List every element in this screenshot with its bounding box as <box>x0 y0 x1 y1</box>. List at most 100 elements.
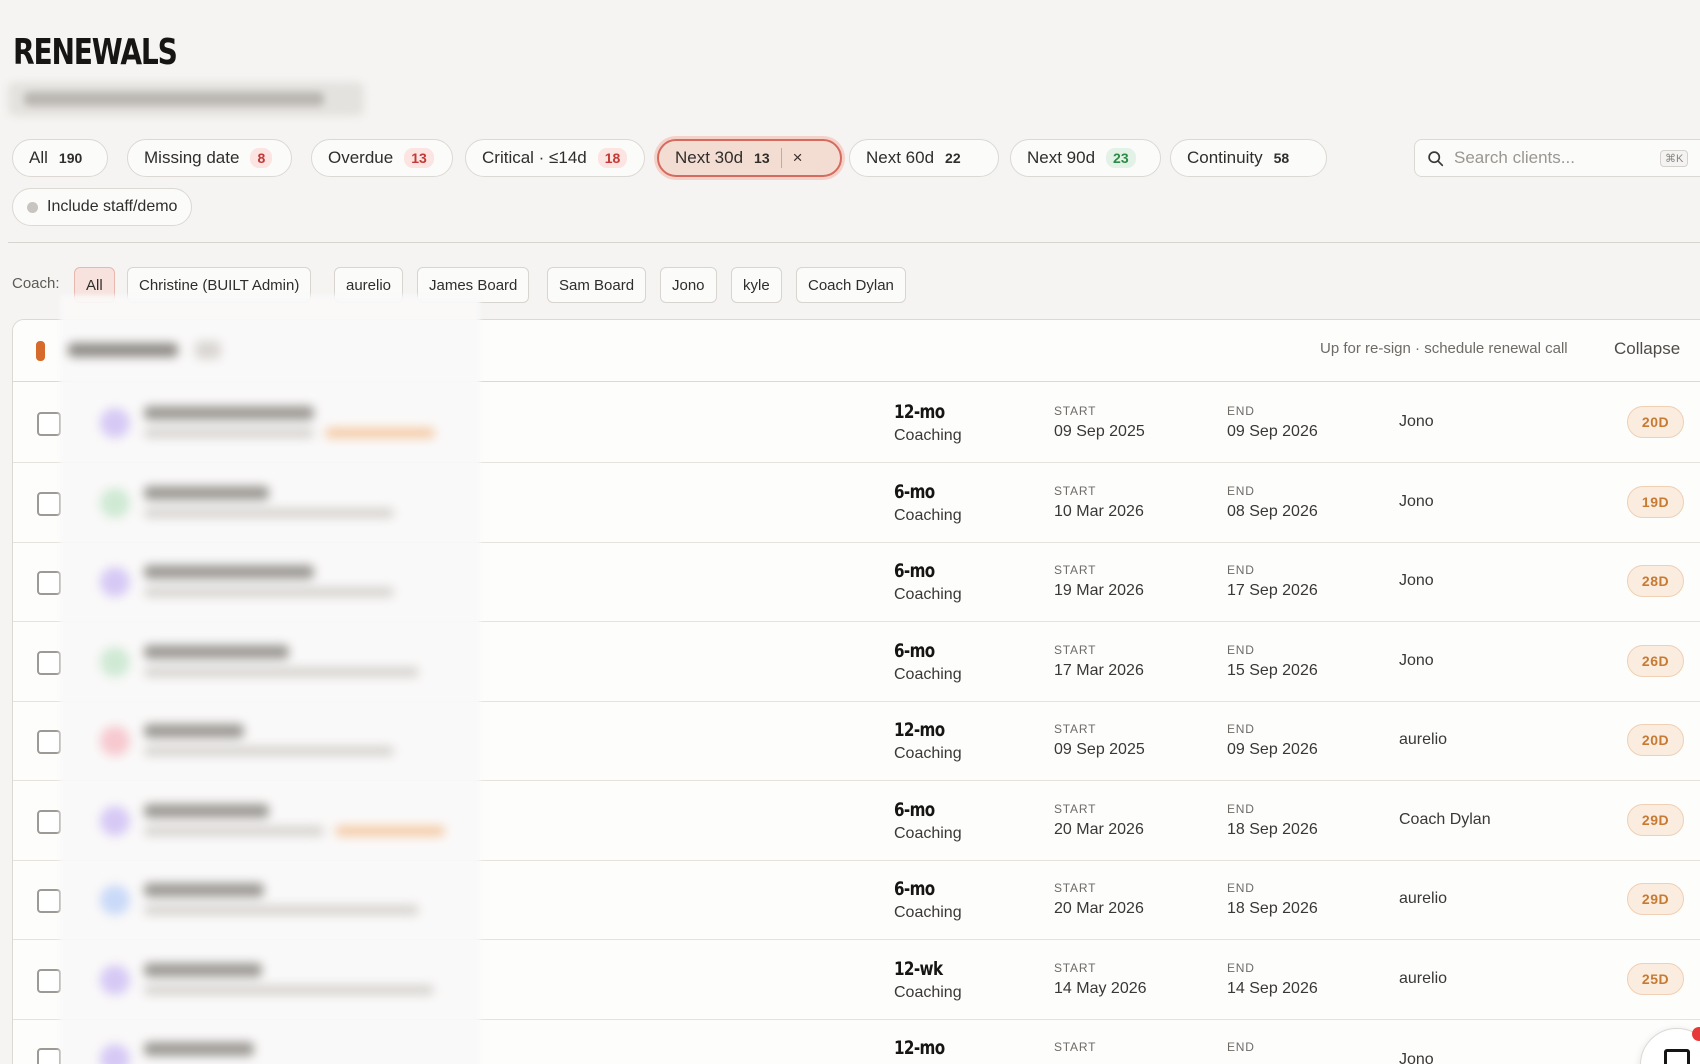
end-label: END <box>1227 484 1255 498</box>
redacted-client <box>60 541 480 621</box>
end-date: 18 Sep 2026 <box>1227 900 1318 917</box>
toggle-dot-icon <box>27 201 38 213</box>
filter-label: Next 90d <box>1027 148 1096 167</box>
group-marker <box>36 341 45 361</box>
filter-label: Overdue <box>328 148 394 167</box>
redacted-client <box>60 780 480 860</box>
plan-type: Coaching <box>894 984 962 1001</box>
shortcut-hint: ⌘K <box>1660 150 1689 167</box>
days-left-badge: 20D <box>1627 406 1684 438</box>
filter-label: Missing date <box>144 148 240 167</box>
filter-continuity[interactable]: Continuity 58 <box>1170 139 1327 177</box>
start-label: START <box>1054 802 1097 816</box>
plan-duration: 12-wk <box>894 958 943 980</box>
plan-duration: 12-mo <box>894 719 945 741</box>
row-checkbox[interactable] <box>37 810 61 834</box>
coach-name: Jono <box>1399 652 1434 669</box>
filter-critical[interactable]: Critical · ≤14d 18 <box>465 139 645 177</box>
coach-chip-kyle[interactable]: kyle <box>731 267 782 303</box>
coach-chip-sam-board[interactable]: Sam Board <box>547 267 647 303</box>
filter-label: Next 30d <box>675 148 744 167</box>
filter-label: All <box>29 148 48 167</box>
redacted-client <box>60 1018 480 1064</box>
coach-chip-jono[interactable]: Jono <box>660 267 717 303</box>
filter-count: 23 <box>1106 148 1136 168</box>
filter-missing-date[interactable]: Missing date 8 <box>127 139 292 177</box>
redacted-group-title <box>60 319 480 381</box>
redacted-client <box>60 621 480 701</box>
collapse-button[interactable]: Collapse <box>1614 339 1680 359</box>
filter-count: 22 <box>945 150 961 166</box>
plan-type: Coaching <box>894 507 962 524</box>
filter-count: 13 <box>754 150 770 166</box>
plan-type: Coaching <box>894 904 962 921</box>
filter-overdue[interactable]: Overdue 13 <box>311 139 453 177</box>
redacted-client-names <box>60 295 480 1064</box>
toggle-label: Include staff/demo <box>47 198 178 215</box>
coach-filter-label: Coach: <box>12 275 60 292</box>
start-date: 19 Mar 2026 <box>1054 582 1144 599</box>
filter-next-60d[interactable]: Next 60d 22 <box>849 139 999 177</box>
row-checkbox[interactable] <box>37 730 61 754</box>
redacted-client <box>60 939 480 1019</box>
start-date: 14 May 2026 <box>1054 980 1147 997</box>
end-date: 18 Sep 2026 <box>1227 821 1318 838</box>
filter-label: Continuity <box>1187 148 1263 167</box>
end-label: END <box>1227 1040 1255 1054</box>
coach-name: aurelio <box>1399 890 1448 907</box>
end-date: 09 Sep 2026 <box>1227 423 1318 440</box>
start-date: 10 Mar 2026 <box>1054 503 1144 520</box>
end-label: END <box>1227 961 1255 975</box>
coach-name: Jono <box>1399 1051 1434 1064</box>
section-divider <box>8 242 1700 243</box>
plan-type: Coaching <box>894 825 962 842</box>
days-left-badge: 29D <box>1627 883 1684 915</box>
coach-chip-coach-dylan[interactable]: Coach Dylan <box>796 267 906 303</box>
row-checkbox[interactable] <box>37 1048 61 1064</box>
filter-next-30d[interactable]: Next 30d 13 × <box>657 139 842 177</box>
plan-type: Coaching <box>894 745 962 762</box>
end-date: 08 Sep 2026 <box>1227 503 1318 520</box>
start-label: START <box>1054 563 1097 577</box>
search-icon <box>1428 150 1444 166</box>
row-checkbox[interactable] <box>37 492 61 516</box>
coach-name: aurelio <box>1399 970 1448 987</box>
plan-duration: 6-mo <box>894 481 935 503</box>
redacted-client <box>60 700 480 780</box>
filter-count: 8 <box>250 148 273 168</box>
row-checkbox[interactable] <box>37 889 61 913</box>
end-label: END <box>1227 404 1255 418</box>
coach-name: Jono <box>1399 493 1434 510</box>
redacted-client <box>60 462 480 542</box>
filter-all[interactable]: All 190 <box>12 139 108 177</box>
coach-name: Jono <box>1399 413 1434 430</box>
row-checkbox[interactable] <box>37 969 61 993</box>
plan-type: Coaching <box>894 666 962 683</box>
coach-name: Jono <box>1399 572 1434 589</box>
end-label: END <box>1227 722 1255 736</box>
end-date: 15 Sep 2026 <box>1227 662 1318 679</box>
start-date: 17 Mar 2026 <box>1054 662 1144 679</box>
row-checkbox[interactable] <box>37 651 61 675</box>
days-left-badge: 28D <box>1627 565 1684 597</box>
filter-count: 58 <box>1273 150 1290 166</box>
start-label: START <box>1054 881 1097 895</box>
filter-count: 18 <box>597 148 628 168</box>
search-input[interactable] <box>1454 148 1654 168</box>
coach-name: aurelio <box>1399 731 1448 748</box>
end-date: 14 Sep 2026 <box>1227 980 1318 997</box>
start-date: 20 Mar 2026 <box>1054 821 1144 838</box>
filter-next-90d[interactable]: Next 90d 23 <box>1010 139 1161 177</box>
include-staff-toggle[interactable]: Include staff/demo <box>12 188 193 226</box>
start-date: 20 Mar 2026 <box>1054 900 1144 917</box>
end-date: 09 Sep 2026 <box>1227 741 1318 758</box>
days-left-badge: 20D <box>1627 724 1684 756</box>
start-label: START <box>1054 484 1097 498</box>
row-checkbox[interactable] <box>37 571 61 595</box>
redacted-subtitle <box>8 82 364 116</box>
search-box[interactable]: ⌘K <box>1414 139 1700 177</box>
plan-duration: 12-mo <box>894 401 945 423</box>
clear-filter-icon[interactable]: × <box>793 148 803 168</box>
start-label: START <box>1054 722 1097 736</box>
row-checkbox[interactable] <box>37 412 61 436</box>
